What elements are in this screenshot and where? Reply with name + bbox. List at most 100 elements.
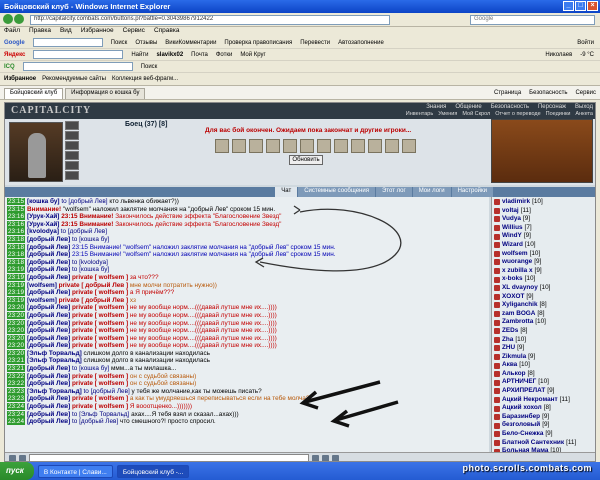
- back-icon[interactable]: [3, 14, 13, 24]
- translate-button[interactable]: Перевести: [300, 40, 330, 46]
- clear-icon[interactable]: [19, 454, 26, 461]
- user-list-item[interactable]: ZHU [9]: [494, 344, 593, 353]
- spellcheck-button[interactable]: Проверка правописания: [224, 40, 292, 46]
- user-list-item[interactable]: Ацкий хохол [8]: [494, 404, 593, 413]
- user-list-item[interactable]: ZEDs [8]: [494, 327, 593, 336]
- user-name[interactable]: Willius: [502, 224, 523, 233]
- safety-menu[interactable]: Безопасность: [529, 90, 567, 96]
- user-name[interactable]: ZEDs: [502, 327, 518, 336]
- message-author[interactable]: [добрый Лев]: [27, 335, 72, 342]
- equip-slot[interactable]: [65, 121, 79, 130]
- yandex-find-button[interactable]: Найти: [131, 52, 148, 58]
- menu-duels[interactable]: Поединки: [546, 111, 571, 117]
- message-author[interactable]: [добрый Лев]: [27, 259, 70, 266]
- equip-slot[interactable]: [65, 141, 79, 150]
- fighter-name[interactable]: Боец (37) [8]: [125, 121, 167, 128]
- user-name[interactable]: wolfsem: [502, 250, 528, 259]
- user-list-item[interactable]: Баразинбер [9]: [494, 413, 593, 422]
- yandex-search-input[interactable]: [33, 50, 124, 59]
- message-author[interactable]: [Урук-Хай]: [27, 213, 61, 220]
- tab-system-messages[interactable]: Системные сообщения: [298, 187, 375, 197]
- filter-icon[interactable]: [332, 454, 339, 461]
- user-name[interactable]: WindY: [502, 232, 522, 241]
- autofill-button[interactable]: Автозаполнение: [338, 40, 384, 46]
- user-name[interactable]: АРХИПРЕЛАТ: [502, 387, 545, 396]
- user-name[interactable]: Zambrotta: [502, 318, 533, 327]
- user-list-item[interactable]: Алькор [8]: [494, 370, 593, 379]
- message-author[interactable]: [добрый Лев]: [27, 274, 72, 281]
- message-author[interactable]: [добрый Лев]: [27, 320, 72, 327]
- menu-file[interactable]: Файл: [4, 27, 20, 37]
- user-list-item[interactable]: x-boks [10]: [494, 275, 593, 284]
- message-author[interactable]: [Эльф Торвальд]: [27, 350, 84, 357]
- action-slot[interactable]: [351, 139, 365, 153]
- user-name[interactable]: vladimirk: [502, 198, 530, 207]
- user-name[interactable]: Zikmula: [502, 353, 526, 362]
- start-button[interactable]: пуск: [0, 462, 34, 480]
- user-name[interactable]: Баразинбер: [502, 413, 540, 422]
- menu-profile[interactable]: Анкета: [575, 111, 593, 117]
- user-list-item[interactable]: XOXOT [9]: [494, 293, 593, 302]
- suggested-sites-link[interactable]: Рекомендуемые сайты: [42, 76, 106, 82]
- signin-button[interactable]: Войти: [577, 40, 600, 46]
- action-slot[interactable]: [283, 139, 297, 153]
- user-list-item[interactable]: wolfsem [10]: [494, 250, 593, 259]
- user-name[interactable]: XOXOT: [502, 293, 524, 302]
- action-slot[interactable]: [300, 139, 314, 153]
- user-list-item[interactable]: x zubilla x [9]: [494, 267, 593, 276]
- user-list-item[interactable]: WindY [9]: [494, 232, 593, 241]
- reviews-button[interactable]: Отзывы: [135, 40, 157, 46]
- google-search-button[interactable]: Поиск: [111, 40, 128, 46]
- user-list-item[interactable]: wuorange [9]: [494, 258, 593, 267]
- smiley-icon[interactable]: [9, 454, 16, 461]
- menu-my-scroll[interactable]: Мой Скрол: [462, 111, 490, 117]
- message-author[interactable]: [добрый Лев]: [27, 266, 70, 273]
- menu-character[interactable]: Персонаж: [538, 104, 566, 110]
- city-label[interactable]: Николаев: [545, 52, 572, 58]
- my-circle-button[interactable]: Мой Круг: [240, 52, 265, 58]
- tab-my-logs[interactable]: Мои логи: [412, 187, 451, 197]
- menu-skills[interactable]: Умения: [438, 111, 457, 117]
- user-name[interactable]: Блатной Сантехник: [502, 439, 564, 448]
- menu-inventory[interactable]: Инвентарь: [406, 111, 433, 117]
- tab-chat[interactable]: Чат: [275, 187, 298, 197]
- user-list-item[interactable]: Блатной Сантехник [11]: [494, 439, 593, 448]
- user-list-item[interactable]: Zikmula [9]: [494, 353, 593, 362]
- task-fight-club[interactable]: Бойцовский клуб -...: [116, 464, 190, 478]
- google-search-input[interactable]: [32, 38, 103, 47]
- user-list-item[interactable]: Ацкий Некромант [11]: [494, 396, 593, 405]
- user-name[interactable]: безголовый: [502, 421, 540, 430]
- action-slot[interactable]: [334, 139, 348, 153]
- action-slot[interactable]: [385, 139, 399, 153]
- menu-chat[interactable]: Общение: [455, 104, 481, 110]
- menu-edit[interactable]: Правка: [29, 27, 51, 37]
- icq-search-input[interactable]: [22, 62, 133, 71]
- message-author[interactable]: [добрый Лев]: [27, 312, 72, 319]
- user-list-item[interactable]: АРТНИЧЕГ [10]: [494, 378, 593, 387]
- message-author[interactable]: [добрый Лев]: [27, 418, 70, 425]
- wiki-comments-button[interactable]: ВикиКомментарии: [165, 40, 216, 46]
- user-name[interactable]: ZHU: [502, 344, 515, 353]
- tab-info[interactable]: Информация о кошка бу: [65, 88, 146, 99]
- user-name[interactable]: XL dvaynoy: [502, 284, 538, 293]
- equip-slot[interactable]: [65, 131, 79, 140]
- user-list-item[interactable]: Zambrotta [10]: [494, 318, 593, 327]
- maximize-icon[interactable]: □: [575, 1, 586, 11]
- action-slot[interactable]: [215, 139, 229, 153]
- message-author[interactable]: [кошка бу]: [27, 198, 60, 205]
- minimize-icon[interactable]: _: [563, 1, 574, 11]
- close-icon[interactable]: ×: [587, 1, 598, 11]
- user-name[interactable]: x zubilla x: [502, 267, 533, 276]
- user-name[interactable]: voltaj: [502, 207, 519, 216]
- message-author[interactable]: [добрый Лев]: [27, 373, 72, 380]
- user-list-item[interactable]: XL dvaynoy [10]: [494, 284, 593, 293]
- message-author[interactable]: [добрый Лев]: [27, 380, 72, 387]
- tab-this-log[interactable]: Этот лог: [375, 187, 412, 197]
- message-author[interactable]: [добрый Лев]: [27, 304, 72, 311]
- user-list-item[interactable]: безголовый [9]: [494, 421, 593, 430]
- menu-favorites[interactable]: Избранное: [81, 27, 114, 37]
- user-list-item[interactable]: Willius [7]: [494, 224, 593, 233]
- user-name[interactable]: Xyliganchik: [502, 301, 538, 310]
- message-author[interactable]: [Эльф Торвальд]: [27, 357, 84, 364]
- forward-icon[interactable]: [14, 14, 24, 24]
